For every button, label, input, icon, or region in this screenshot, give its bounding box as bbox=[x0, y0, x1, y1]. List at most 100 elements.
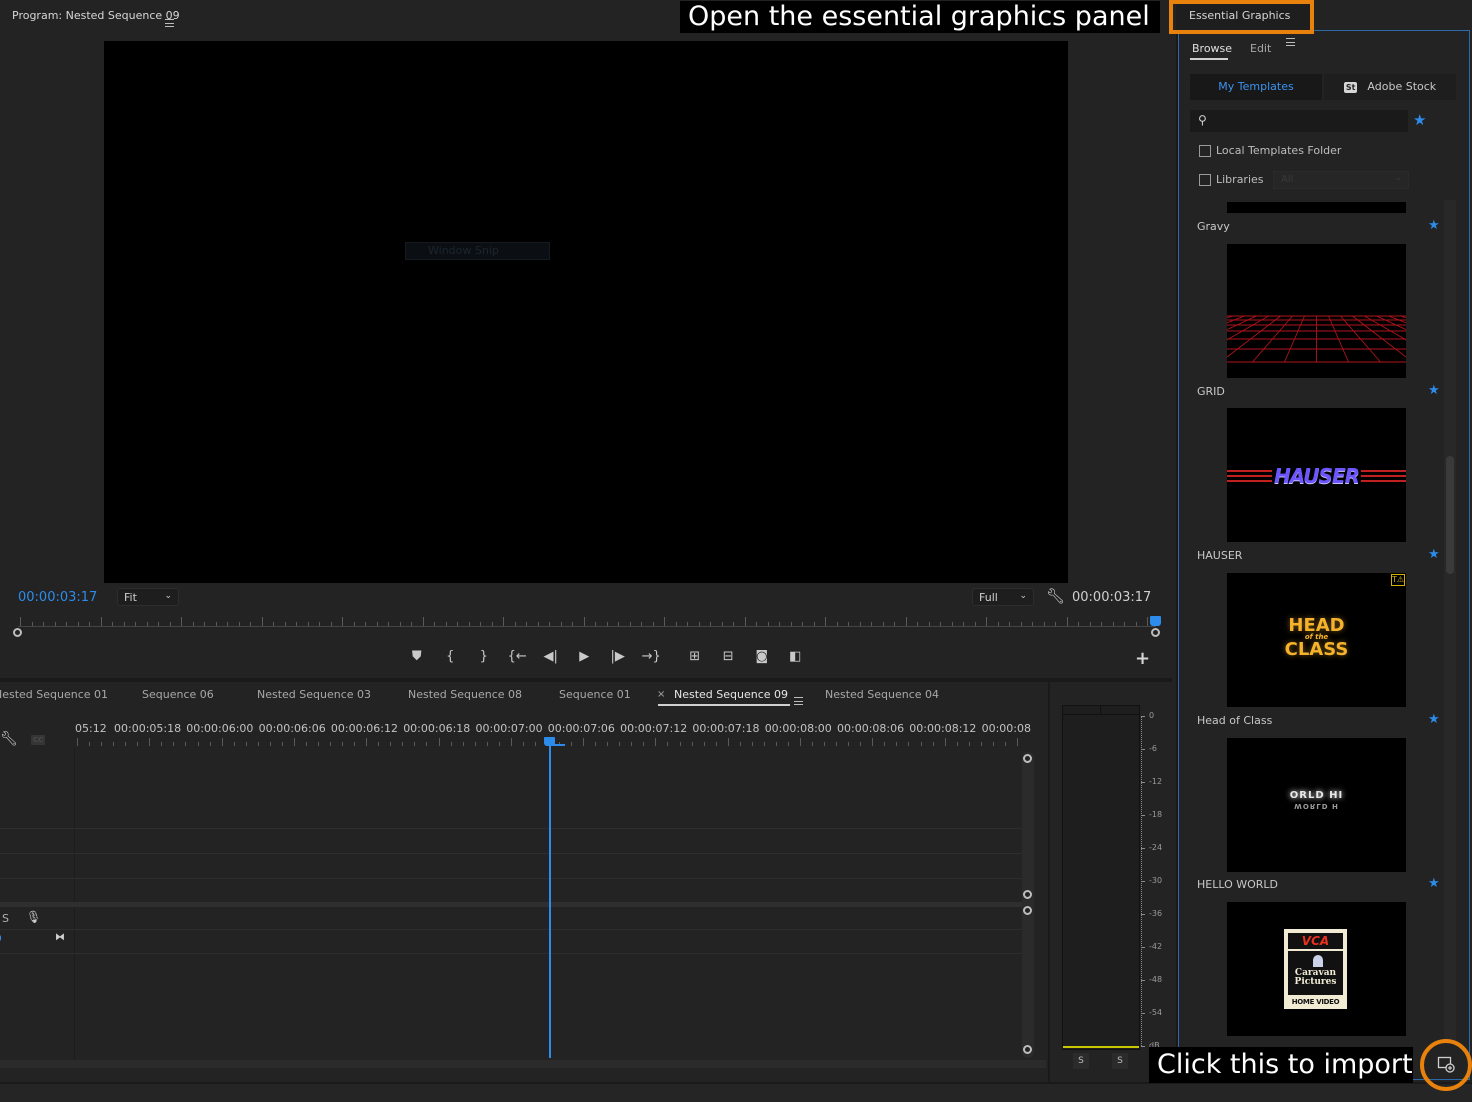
ruler-tick bbox=[715, 742, 717, 746]
program-monitor-title[interactable]: Program: Nested Sequence 09 bbox=[12, 9, 180, 22]
scroll-handle-video-bottom[interactable] bbox=[1023, 890, 1032, 899]
ruler-tick bbox=[221, 738, 223, 746]
db-label: -6 bbox=[1149, 744, 1157, 753]
sequence-tab[interactable]: Nested Sequence 04 bbox=[825, 688, 939, 701]
zoom-handle-right[interactable] bbox=[1151, 628, 1160, 637]
ruler-tick bbox=[354, 742, 356, 746]
template-name[interactable]: Gravy bbox=[1197, 220, 1230, 233]
missing-font-warning-icon[interactable]: T⚠ bbox=[1391, 574, 1405, 586]
favorite-star-icon[interactable]: ★ bbox=[1428, 876, 1440, 891]
sequence-tab[interactable]: Sequence 06 bbox=[142, 688, 214, 701]
marker-icon[interactable]: ⛊ bbox=[400, 646, 434, 668]
video-preview[interactable] bbox=[104, 41, 1068, 583]
local-templates-checkbox[interactable] bbox=[1199, 145, 1211, 157]
install-motion-graphics-template-button[interactable] bbox=[1437, 1055, 1455, 1073]
libraries-checkbox[interactable] bbox=[1199, 174, 1211, 186]
zoom-level-select[interactable]: Fit ⌄ bbox=[117, 588, 179, 606]
libraries-select[interactable]: All ⌄ bbox=[1273, 171, 1409, 189]
template-thumbnail-head-of-class[interactable]: HEAD of the CLASS bbox=[1227, 573, 1406, 707]
video-audio-divider[interactable] bbox=[0, 902, 1022, 907]
db-label: -42 bbox=[1149, 942, 1163, 951]
close-tab-icon[interactable]: × bbox=[657, 689, 665, 700]
tab-menu-icon[interactable] bbox=[794, 697, 804, 705]
go-to-out-icon[interactable]: →} bbox=[635, 646, 669, 668]
step-forward-icon[interactable]: |▶ bbox=[601, 646, 635, 668]
keyframe-nav-icon[interactable]: ⧓ bbox=[55, 932, 65, 943]
mark-out-icon[interactable]: } bbox=[467, 646, 501, 668]
go-to-in-icon[interactable]: {← bbox=[501, 646, 535, 668]
panel-menu-icon[interactable] bbox=[165, 19, 174, 27]
template-name[interactable]: HELLO WORLD bbox=[1197, 878, 1278, 891]
playback-resolution-select[interactable]: Full ⌄ bbox=[972, 588, 1034, 606]
favorites-filter-star-icon[interactable]: ★ bbox=[1413, 111, 1426, 129]
ruler-tick bbox=[1078, 622, 1079, 626]
template-thumbnail-home-video[interactable]: VCA Caravan Pictures HOME VIDEO bbox=[1227, 902, 1406, 1036]
export-frame-icon[interactable]: ◙ bbox=[745, 646, 779, 668]
annotation-import: Click this to import bbox=[1149, 1047, 1413, 1083]
timeline-playhead-line[interactable] bbox=[549, 746, 551, 1058]
sequence-tab-active[interactable]: Nested Sequence 09 bbox=[674, 688, 788, 701]
comparison-view-icon[interactable]: ◧ bbox=[779, 646, 813, 668]
template-thumbnail-grid[interactable] bbox=[1227, 244, 1406, 378]
sequence-tab[interactable]: Sequence 01 bbox=[559, 688, 631, 701]
button-editor-add[interactable]: + bbox=[1135, 648, 1150, 669]
template-thumbnail[interactable] bbox=[1227, 202, 1406, 213]
ruler-tick bbox=[450, 742, 452, 746]
timeline-horizontal-scrollbar[interactable] bbox=[0, 1060, 1046, 1068]
scroll-handle-top[interactable] bbox=[1023, 754, 1032, 763]
timeline-vertical-scrollbar[interactable] bbox=[1022, 752, 1034, 1058]
solo-track-button[interactable]: S bbox=[2, 912, 9, 925]
template-name[interactable]: GRID bbox=[1197, 385, 1225, 398]
template-search-input[interactable] bbox=[1214, 112, 1404, 130]
play-icon[interactable]: ▶ bbox=[568, 646, 602, 668]
ruler-tick bbox=[1124, 622, 1125, 626]
sequence-tab[interactable]: Nested Sequence 01 bbox=[0, 688, 108, 701]
db-tick bbox=[1141, 947, 1145, 948]
timecode-label: 00:00:07:12 bbox=[620, 722, 688, 735]
ruler-tick bbox=[112, 622, 113, 626]
template-thumbnail-hello-world[interactable]: ORLD HI WORLD H bbox=[1227, 738, 1406, 872]
ruler-tick bbox=[445, 622, 447, 626]
template-name[interactable]: Head of Class bbox=[1197, 714, 1272, 727]
program-time-ruler[interactable] bbox=[13, 614, 1160, 637]
scrollbar-thumb[interactable] bbox=[1446, 456, 1454, 574]
mark-in-icon[interactable]: { bbox=[434, 646, 468, 668]
sequence-tab[interactable]: Nested Sequence 03 bbox=[257, 688, 371, 701]
wrench-icon[interactable]: 🔧︎ bbox=[1046, 587, 1065, 605]
ruler-tick bbox=[775, 742, 777, 746]
timeline-settings-icon[interactable]: 🔧︎ bbox=[0, 731, 18, 747]
favorite-star-icon[interactable]: ★ bbox=[1428, 218, 1440, 233]
microphone-icon[interactable]: 🎙︎ bbox=[26, 910, 41, 924]
panel-menu-icon[interactable] bbox=[1286, 38, 1295, 46]
ruler-tick bbox=[631, 742, 633, 746]
extract-icon[interactable]: ⊟ bbox=[712, 646, 746, 668]
peak-indicator[interactable] bbox=[1062, 705, 1140, 715]
favorite-star-icon[interactable]: ★ bbox=[1428, 547, 1440, 562]
track-divider bbox=[0, 853, 1022, 854]
favorite-star-icon[interactable]: ★ bbox=[1428, 712, 1440, 727]
ruler-tick bbox=[330, 622, 332, 626]
playhead-timecode[interactable]: 00:00:03:17 bbox=[18, 590, 97, 605]
solo-right-button[interactable]: S bbox=[1112, 1053, 1128, 1069]
timecode-label: 00:00:08:12 bbox=[909, 722, 977, 735]
my-templates-button[interactable]: My Templates bbox=[1190, 74, 1324, 100]
scroll-handle-bottom[interactable] bbox=[1023, 1045, 1032, 1054]
ruler-tick bbox=[66, 622, 67, 626]
tab-browse[interactable]: Browse bbox=[1192, 42, 1232, 55]
ruler-tick bbox=[100, 617, 102, 626]
ruler-tick bbox=[802, 622, 803, 626]
step-back-icon[interactable]: ◀| bbox=[534, 646, 568, 668]
solo-left-button[interactable]: S bbox=[1073, 1053, 1089, 1069]
template-name[interactable]: HAUSER bbox=[1197, 549, 1242, 562]
template-list-scrollbar[interactable] bbox=[1444, 200, 1456, 1040]
favorite-star-icon[interactable]: ★ bbox=[1428, 383, 1440, 398]
tab-edit[interactable]: Edit bbox=[1250, 42, 1271, 55]
lift-icon[interactable]: ⊞ bbox=[678, 646, 712, 668]
scroll-handle-audio-top[interactable] bbox=[1023, 906, 1032, 915]
sequence-tab[interactable]: Nested Sequence 08 bbox=[408, 688, 522, 701]
program-playhead[interactable] bbox=[1150, 616, 1161, 626]
template-thumbnail-hauser[interactable]: HAUSER bbox=[1227, 408, 1406, 542]
zoom-handle-left[interactable] bbox=[13, 628, 22, 637]
captions-icon[interactable]: CC bbox=[31, 735, 46, 745]
adobe-stock-button[interactable]: St Adobe Stock bbox=[1324, 74, 1456, 100]
